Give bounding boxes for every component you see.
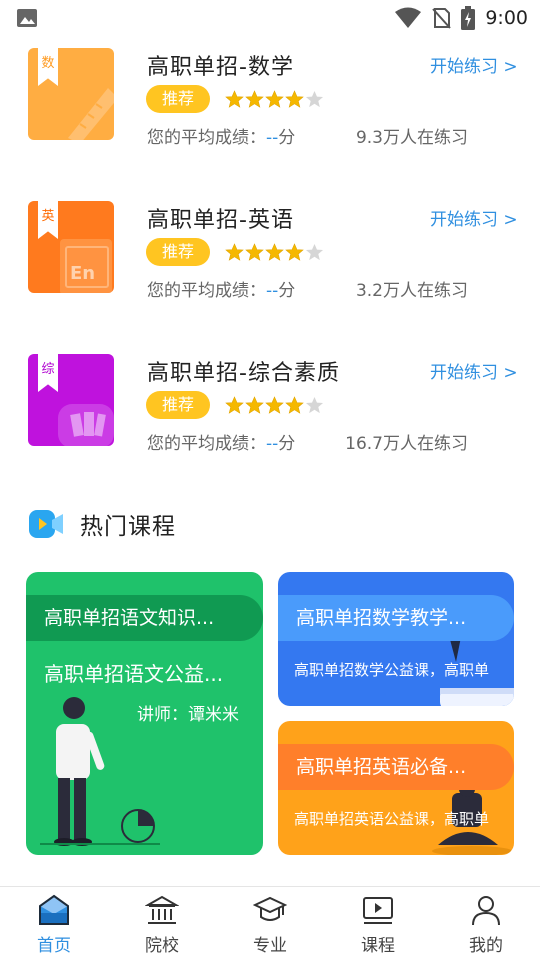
course-cover: 数 bbox=[28, 48, 114, 140]
hot-course-title: 高职单招英语必备... bbox=[278, 744, 514, 790]
nav-item-courses[interactable]: 课程 bbox=[324, 887, 432, 960]
status-time: 9:00 bbox=[485, 7, 528, 29]
star-filled-icon bbox=[225, 243, 244, 261]
wifi-icon bbox=[395, 7, 422, 28]
star-filled-icon bbox=[245, 396, 264, 414]
hot-course-title: 高职单招语文知识... bbox=[26, 595, 263, 641]
average-score: 您的平均成绩：--分 bbox=[147, 281, 296, 301]
star-empty-icon bbox=[305, 396, 324, 414]
section-title: 热门课程 bbox=[80, 514, 176, 540]
star-filled-icon bbox=[245, 90, 264, 108]
rating-stars bbox=[225, 396, 324, 415]
star-filled-icon bbox=[265, 90, 284, 108]
course-item-english[interactable]: En 英 高职单招-英语 开始练习 > 推荐 您的平均成绩：--分 3.2万人在… bbox=[0, 193, 540, 303]
star-empty-icon bbox=[305, 243, 324, 261]
course-tag: 英 bbox=[38, 201, 58, 239]
course-title: 高职单招-数学 bbox=[147, 55, 294, 80]
nav-label: 课程 bbox=[361, 936, 395, 956]
nav-label: 我的 bbox=[469, 936, 503, 956]
nav-item-profile[interactable]: 我的 bbox=[432, 887, 540, 960]
start-practice-link[interactable]: 开始练习 > bbox=[430, 358, 518, 383]
svg-text:En: En bbox=[70, 263, 95, 284]
nav-item-home[interactable]: 首页 bbox=[0, 887, 108, 960]
school-icon bbox=[145, 895, 179, 924]
star-filled-icon bbox=[225, 90, 244, 108]
star-filled-icon bbox=[265, 396, 284, 414]
practice-count: 3.2万人在练习 bbox=[355, 281, 468, 301]
nav-label: 专业 bbox=[253, 936, 287, 956]
hot-course-subtitle: 高职单招数学公益课，高职单 bbox=[294, 661, 490, 679]
nav-item-school[interactable]: 院校 bbox=[108, 887, 216, 960]
hot-course-card-english[interactable]: 高职单招英语必备... 高职单招英语公益课，高职单 bbox=[278, 721, 514, 855]
average-score: 您的平均成绩：--分 bbox=[147, 128, 296, 148]
no-signal-icon bbox=[432, 8, 452, 29]
video-play-icon bbox=[363, 897, 393, 924]
image-notification-icon bbox=[17, 9, 37, 27]
ruler-decoration-icon bbox=[68, 88, 114, 140]
course-title: 高职单招-英语 bbox=[147, 208, 294, 233]
hot-courses-header: 热门课程 bbox=[28, 506, 176, 542]
nav-label: 首页 bbox=[37, 936, 71, 956]
rating-stars bbox=[225, 90, 324, 109]
video-camera-icon bbox=[29, 510, 63, 538]
status-bar: 9:00 bbox=[0, 0, 540, 36]
hot-course-card-chinese[interactable]: 高职单招语文知识... 高职单招语文公益... 讲师：谭米米 bbox=[26, 572, 263, 855]
home-icon bbox=[39, 894, 69, 925]
course-cover: En 英 bbox=[28, 201, 114, 293]
hot-course-subtitle: 高职单招语文公益... bbox=[44, 662, 224, 686]
start-practice-link[interactable]: 开始练习 > bbox=[430, 205, 518, 230]
battery-charging-icon bbox=[461, 6, 476, 30]
rating-stars bbox=[225, 243, 324, 262]
practice-count: 16.7万人在练习 bbox=[345, 434, 468, 454]
start-practice-link[interactable]: 开始练习 > bbox=[430, 52, 518, 77]
recommend-badge: 推荐 bbox=[146, 238, 210, 266]
en-book-decoration-icon: En bbox=[60, 239, 112, 293]
average-score: 您的平均成绩：--分 bbox=[147, 434, 296, 454]
star-empty-icon bbox=[305, 90, 324, 108]
star-filled-icon bbox=[285, 90, 304, 108]
bottom-navigation: 首页 院校 专业 课程 我的 bbox=[0, 886, 540, 960]
course-tag: 数 bbox=[38, 48, 58, 86]
course-item-comprehensive[interactable]: 综 高职单招-综合素质 开始练习 > 推荐 您的平均成绩：--分 16.7万人在… bbox=[0, 346, 540, 456]
star-filled-icon bbox=[285, 243, 304, 261]
star-filled-icon bbox=[285, 396, 304, 414]
star-filled-icon bbox=[265, 243, 284, 261]
graduation-cap-icon bbox=[253, 896, 287, 921]
practice-count: 9.3万人在练习 bbox=[355, 128, 468, 148]
person-icon bbox=[472, 896, 500, 926]
hot-course-card-math[interactable]: 高职单招数学教学... 高职单招数学公益课，高职单 bbox=[278, 572, 514, 706]
star-filled-icon bbox=[225, 396, 244, 414]
nav-label: 院校 bbox=[145, 936, 179, 956]
hot-course-subtitle: 高职单招英语公益课，高职单 bbox=[294, 810, 490, 828]
star-filled-icon bbox=[245, 243, 264, 261]
nav-item-major[interactable]: 专业 bbox=[216, 887, 324, 960]
recommend-badge: 推荐 bbox=[146, 85, 210, 113]
recommend-badge: 推荐 bbox=[146, 391, 210, 419]
teacher-illustration bbox=[40, 697, 160, 846]
course-tag: 综 bbox=[38, 354, 58, 392]
course-item-math[interactable]: 数 高职单招-数学 开始练习 > 推荐 您的平均成绩：--分 9.3万人在练习 bbox=[0, 40, 540, 150]
book-stack-decoration-icon bbox=[58, 404, 114, 446]
course-title: 高职单招-综合素质 bbox=[147, 361, 340, 386]
hot-course-title: 高职单招数学教学... bbox=[278, 595, 514, 641]
course-cover: 综 bbox=[28, 354, 114, 446]
